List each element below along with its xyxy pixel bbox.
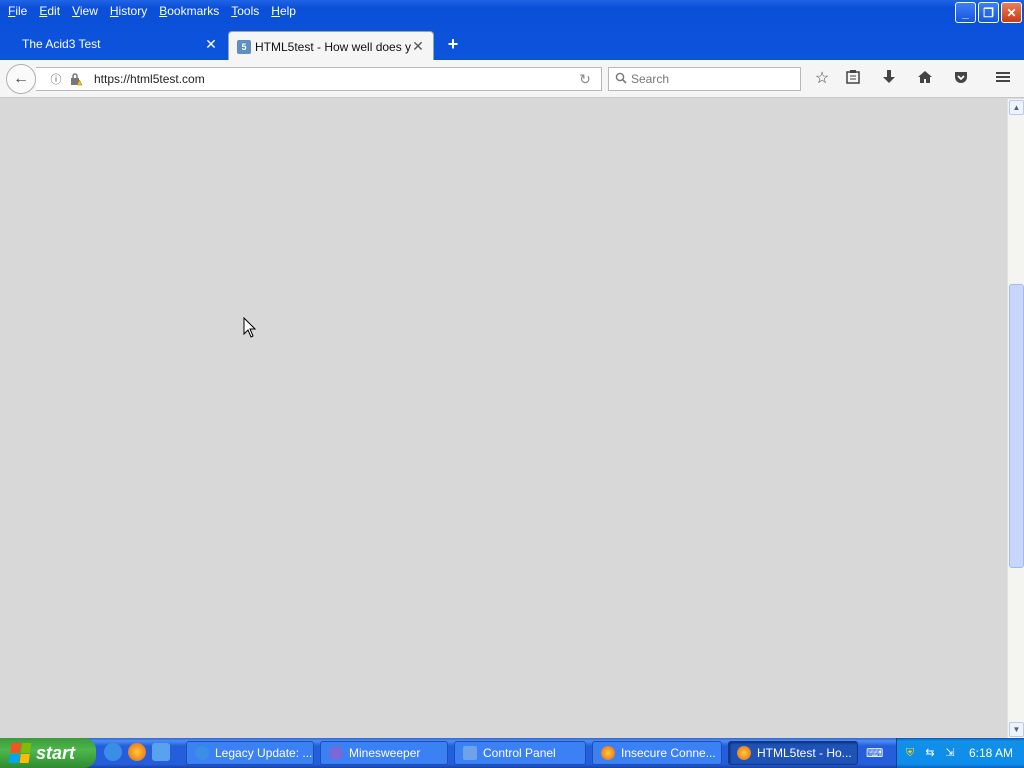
hamburger-menu-icon[interactable]: [993, 69, 1013, 89]
window-titlebar: File Edit View History Bookmarks Tools H…: [0, 0, 1024, 64]
pocket-icon[interactable]: [951, 69, 971, 89]
taskbar-button-control-panel[interactable]: Control Panel: [454, 741, 586, 765]
keyboard-language-icon[interactable]: ⌨: [866, 746, 884, 760]
plus-icon: +: [447, 34, 459, 54]
show-desktop-icon[interactable]: [152, 743, 170, 761]
tab-label: The Acid3 Test: [22, 37, 101, 51]
menu-file[interactable]: File: [4, 0, 35, 22]
safely-remove-icon[interactable]: ⇲: [943, 746, 957, 760]
minimize-button[interactable]: _: [955, 2, 976, 23]
url-bar[interactable]: ⓘ https://html5test.com ↻: [36, 67, 602, 91]
restore-icon: ❐: [983, 5, 994, 20]
close-window-button[interactable]: ✕: [1001, 2, 1022, 23]
home-icon[interactable]: [915, 69, 935, 89]
menu-history[interactable]: History: [106, 0, 155, 22]
new-tab-button[interactable]: +: [444, 35, 462, 53]
taskbar: start Legacy Update: ... Minesweeper Con…: [0, 738, 1024, 768]
menu-bar: File Edit View History Bookmarks Tools H…: [0, 0, 304, 22]
search-input[interactable]: [631, 72, 791, 86]
menu-tools[interactable]: Tools: [227, 0, 267, 22]
window-controls: _ ❐ ✕: [955, 2, 1022, 23]
menu-bookmarks[interactable]: Bookmarks: [155, 0, 227, 22]
scroll-up-arrow[interactable]: ▲: [1009, 100, 1024, 115]
close-icon: ✕: [1006, 5, 1017, 20]
url-text[interactable]: https://html5test.com: [94, 72, 575, 86]
minesweeper-icon: [329, 746, 343, 760]
back-button[interactable]: ←: [6, 64, 36, 94]
scroll-down-arrow[interactable]: ▼: [1009, 722, 1024, 737]
firefox-icon[interactable]: [128, 743, 146, 761]
system-tray: ⛨ ⇆ ⇲ 6:18 AM: [896, 738, 1024, 768]
taskbar-button-label: Insecure Conne...: [621, 746, 716, 760]
taskbar-button-label: HTML5test - Ho...: [757, 746, 852, 760]
search-icon: [611, 72, 631, 87]
network-icon[interactable]: ⇆: [923, 746, 937, 760]
taskbar-button-label: Legacy Update: ...: [215, 746, 313, 760]
internet-explorer-icon[interactable]: [104, 743, 122, 761]
taskbar-button-legacy-update[interactable]: Legacy Update: ...: [186, 741, 314, 765]
windows-logo-icon: [8, 743, 32, 763]
taskbar-button-html5test[interactable]: HTML5test - Ho...: [728, 741, 858, 765]
mouse-cursor-icon: [243, 317, 257, 338]
reading-list-icon[interactable]: [843, 69, 863, 89]
menu-edit[interactable]: Edit: [35, 0, 68, 22]
downloads-icon[interactable]: [879, 69, 899, 89]
tab-label: HTML5test - How well does y...: [255, 39, 411, 54]
control-panel-icon: [463, 746, 477, 760]
menu-help[interactable]: Help: [267, 0, 304, 22]
taskbar-button-label: Control Panel: [483, 746, 556, 760]
minimize-icon: _: [962, 5, 969, 20]
info-icon[interactable]: ⓘ: [48, 71, 64, 87]
restore-button[interactable]: ❐: [978, 2, 999, 23]
tab-acid3[interactable]: The Acid3 Test ✕: [10, 30, 226, 58]
bookmark-star-icon[interactable]: ☆: [812, 69, 832, 89]
tab-close-icon[interactable]: ✕: [411, 38, 425, 55]
reload-icon[interactable]: ↻: [575, 71, 595, 88]
security-shield-icon[interactable]: ⛨: [903, 746, 917, 760]
search-bar[interactable]: [608, 67, 801, 91]
internet-explorer-icon: [195, 746, 209, 760]
insecure-lock-icon[interactable]: [68, 71, 84, 87]
back-arrow-icon: ←: [13, 70, 29, 87]
start-label: start: [36, 742, 76, 763]
scroll-thumb[interactable]: [1009, 284, 1024, 568]
navigation-toolbar: ⓘ https://html5test.com ↻ ← ☆: [0, 60, 1024, 98]
tab-strip: The Acid3 Test ✕ 5 HTML5test - How well …: [0, 30, 1024, 61]
start-button[interactable]: start: [0, 738, 96, 768]
taskbar-button-minesweeper[interactable]: Minesweeper: [320, 741, 448, 765]
clock[interactable]: 6:18 AM: [969, 746, 1013, 760]
vertical-scrollbar[interactable]: ▲ ▼: [1007, 99, 1024, 738]
tab-html5test[interactable]: 5 HTML5test - How well does y... ✕: [228, 31, 434, 61]
firefox-icon: [601, 746, 615, 760]
menu-view[interactable]: View: [68, 0, 106, 22]
html5-favicon-icon: 5: [237, 39, 251, 54]
firefox-icon: [737, 746, 751, 760]
quick-launch: [104, 743, 170, 761]
taskbar-button-label: Minesweeper: [349, 746, 421, 760]
taskbar-button-insecure-connection[interactable]: Insecure Conne...: [592, 741, 722, 765]
page-content[interactable]: [0, 99, 1007, 738]
tab-close-icon[interactable]: ✕: [204, 36, 218, 53]
